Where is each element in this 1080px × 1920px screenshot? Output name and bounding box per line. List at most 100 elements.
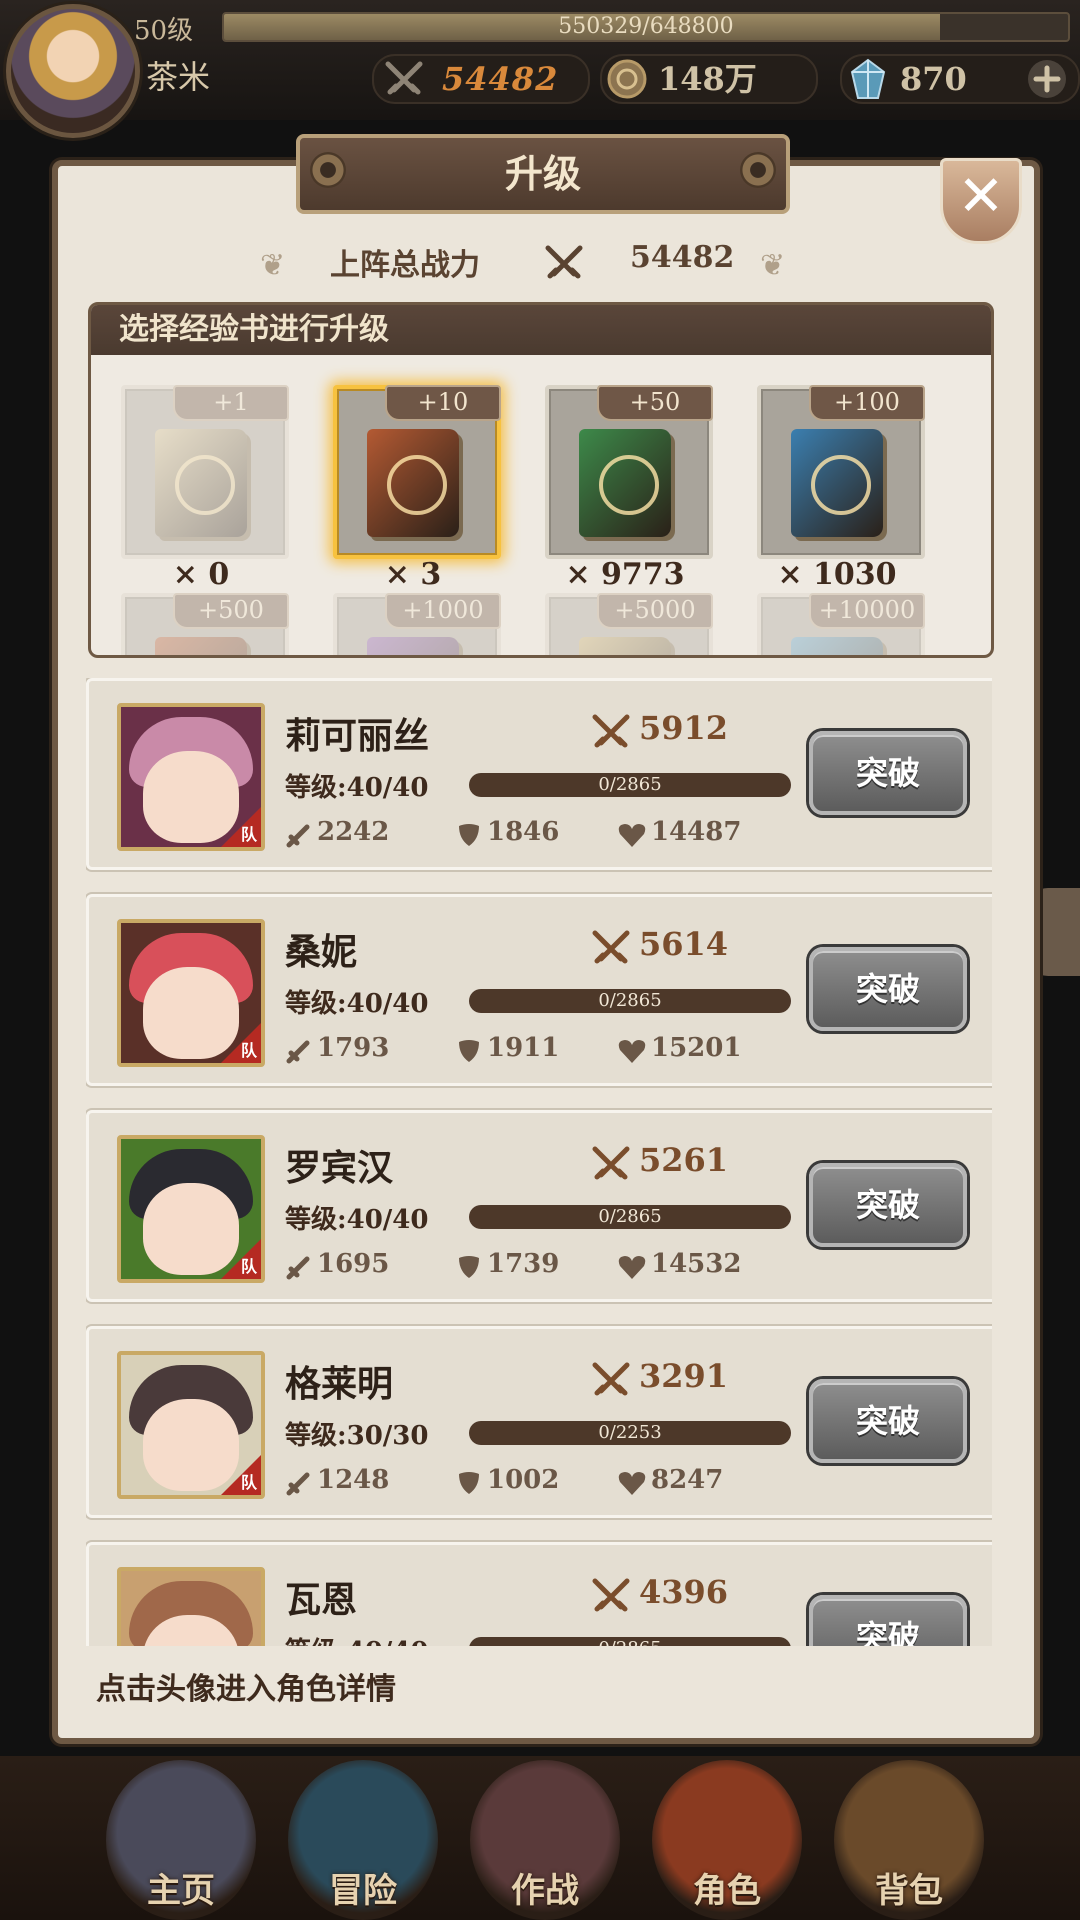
- hero-card: 队 桑妮 5614 等级:40/40 0/2865 1793 1911 15201 突破: [86, 894, 992, 1086]
- nav-item[interactable]: 冒险: [288, 1760, 438, 1920]
- hero-level: 等级:30/30: [285, 1421, 429, 1451]
- hero-level: 等级:40/40: [285, 1205, 429, 1235]
- crossed-swords-icon: [592, 714, 630, 748]
- add-gems-button[interactable]: [1026, 58, 1068, 100]
- breakthrough-label: 突破: [855, 1402, 920, 1440]
- hero-exp-text: 0/2253: [598, 1422, 662, 1443]
- player-avatar[interactable]: [6, 4, 140, 138]
- hero-card: 队 莉可丽丝 5912 等级:40/40 0/2865 2242 1846 14487 突破: [86, 678, 992, 870]
- book-exp-tag: +1000: [385, 593, 501, 629]
- heart-icon: [618, 1040, 646, 1063]
- book-icon: [367, 637, 459, 655]
- hero-power: 3291: [639, 1357, 729, 1395]
- shield-icon: [459, 824, 479, 846]
- hero-list[interactable]: 队莉可丽丝 5912 等级:40/40 0/2865 2242 1846 14487 突破队桑…: [86, 678, 992, 1646]
- book-count: × 3: [384, 557, 442, 592]
- book-count: × 9773: [565, 557, 685, 592]
- book-exp-tag: +1: [173, 385, 289, 421]
- book-emblem: [175, 455, 235, 515]
- exp-book-section: 选择经验书进行升级 +1 × 0 +10 × 3 +50 × 9773 +100 × 1030…: [88, 302, 994, 658]
- gold-coin-icon: [607, 59, 647, 99]
- nav-item[interactable]: 角色: [652, 1760, 802, 1920]
- shield-icon: [459, 1040, 479, 1062]
- book-section-header: 选择经验书进行升级: [91, 305, 991, 355]
- gem-icon: [850, 58, 886, 99]
- hero-attack: 2242: [317, 817, 390, 847]
- heart-icon: [618, 1472, 646, 1495]
- hero-power: 4396: [639, 1573, 729, 1611]
- book-exp-tag: +500: [173, 593, 289, 629]
- hero-card: 队 罗宾汉 5261 等级:40/40 0/2865 1695 1739 14532 突破: [86, 1110, 992, 1302]
- hero-exp-bar: 0/2865: [469, 773, 791, 797]
- crossed-swords-icon: [592, 1362, 630, 1396]
- book-icon: [791, 637, 883, 655]
- exp-progress-text: 550329/648800: [558, 14, 734, 39]
- top-status-bar: 50级 550329/648800 茶米 54482 148万 870: [0, 0, 1080, 138]
- team-badge-label: 队: [240, 1257, 257, 1276]
- total-power-value: 54482: [630, 240, 735, 275]
- exp-book-slot[interactable]: +1: [121, 385, 289, 559]
- exp-book-slot[interactable]: +1000: [333, 593, 501, 655]
- team-badge-label: 队: [240, 1473, 257, 1492]
- hero-hp: 14532: [651, 1249, 742, 1279]
- crossed-swords-icon: [545, 245, 583, 279]
- heart-icon: [618, 824, 646, 847]
- close-button[interactable]: ✕: [940, 158, 1022, 244]
- nav-item[interactable]: 背包: [834, 1760, 984, 1920]
- hero-level: 等级:40/40: [285, 1631, 428, 1646]
- hero-exp-text: 0/2865: [598, 1206, 662, 1227]
- book-exp-tag: +10000: [809, 593, 925, 629]
- panel-title: 升级: [504, 151, 581, 196]
- hero-portrait[interactable]: [117, 1567, 265, 1646]
- hero-exp-text: 0/2865: [469, 1637, 791, 1646]
- hero-defense: 1911: [487, 1033, 560, 1063]
- book-emblem: [599, 455, 659, 515]
- crossed-swords-icon: [592, 1146, 630, 1180]
- book-exp-tag: +50: [597, 385, 713, 421]
- team-badge-label: 队: [240, 825, 257, 844]
- gold-box: 148万: [600, 54, 818, 104]
- hero-portrait[interactable]: 队: [117, 1351, 265, 1499]
- team-badge-label: 队: [240, 1041, 257, 1060]
- sword-icon: [286, 1472, 310, 1496]
- total-power-row: ❦ 上阵总战力 54482 ❦: [260, 240, 820, 290]
- total-power-label: 上阵总战力: [330, 248, 480, 283]
- exp-book-slot[interactable]: +100: [757, 385, 925, 559]
- hero-portrait[interactable]: 队: [117, 703, 265, 851]
- exp-book-slot[interactable]: +10: [333, 385, 501, 559]
- breakthrough-button[interactable]: 突破: [809, 1595, 967, 1646]
- breakthrough-button[interactable]: 突破: [809, 731, 967, 815]
- hero-exp-bar: 0/2865: [469, 1637, 791, 1646]
- exp-book-slot[interactable]: +5000: [545, 593, 713, 655]
- breakthrough-label: 突破: [855, 1618, 920, 1646]
- gold-value: 148万: [658, 60, 757, 98]
- book-exp-tag: +100: [809, 385, 925, 421]
- hero-exp-bar: 0/2865: [469, 989, 791, 1013]
- nav-item[interactable]: 作战: [470, 1760, 620, 1920]
- nav-item[interactable]: 主页: [106, 1760, 256, 1920]
- crossed-swords-icon: [592, 1578, 630, 1612]
- nav-item-label: 主页: [147, 1871, 215, 1911]
- hero-portrait[interactable]: 队: [117, 1135, 265, 1283]
- hero-exp-text: 0/2865: [598, 990, 662, 1011]
- book-icon: [155, 637, 247, 655]
- breakthrough-button[interactable]: 突破: [809, 1163, 967, 1247]
- exp-book-slot[interactable]: +500: [121, 593, 289, 655]
- panel-title-plaque: 升级: [296, 134, 790, 214]
- breakthrough-button[interactable]: 突破: [809, 947, 967, 1031]
- ornament-left-icon: ❦: [260, 248, 286, 283]
- hero-hp: 8247: [651, 1465, 724, 1495]
- hero-level: 等级:40/40: [285, 773, 429, 803]
- nav-item-label: 作战: [511, 1871, 579, 1911]
- bottom-navigation: 主页 冒险 作战 角色 背包: [0, 1756, 1080, 1920]
- hero-portrait[interactable]: 队: [117, 919, 265, 1067]
- book-icon: [579, 429, 671, 537]
- hero-attack: 1793: [317, 1033, 390, 1063]
- book-icon: [367, 429, 459, 537]
- exp-book-slot[interactable]: +50: [545, 385, 713, 559]
- exp-book-slot[interactable]: +10000: [757, 593, 925, 655]
- hero-level: 等级:40/40: [285, 989, 429, 1019]
- hero-name: 莉可丽丝: [285, 715, 430, 757]
- breakthrough-button[interactable]: 突破: [809, 1379, 967, 1463]
- book-exp-tag: +10: [385, 385, 501, 421]
